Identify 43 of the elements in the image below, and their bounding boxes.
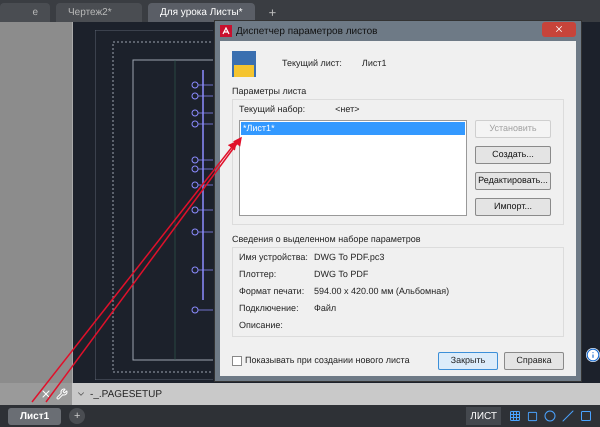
command-text: -_.PAGESETUP [90,388,162,402]
dialog-title: Диспетчер параметров листов [236,24,378,38]
close-icon[interactable] [40,388,52,400]
dialog-button[interactable]: Справка [504,352,564,370]
layout-tab[interactable]: Лист1 [8,408,62,424]
close-icon [554,24,564,34]
detail-label: Описание: [239,318,284,332]
current-sheet-label: Текущий лист: [282,57,342,70]
snap-icon[interactable] [527,410,538,422]
detail-value: 594.00 x 420.00 мм (Альбомная) [314,284,450,298]
wrench-icon[interactable] [56,388,68,400]
slash-icon[interactable] [562,410,574,422]
detail-value: DWG To PDF.pc3 [314,250,384,264]
detail-label: Формат печати: [239,284,306,298]
current-set-value: <нет> [335,102,360,116]
detail-label: Имя устройства: [239,250,309,264]
document-tab[interactable]: е [0,3,50,22]
dwg-file-icon [232,51,256,77]
detail-label: Плоттер: [239,268,278,281]
add-layout-button[interactable]: + [69,408,86,424]
app-logo-icon [220,25,232,37]
grid-icon[interactable] [509,410,521,422]
close-button[interactable] [542,22,576,36]
checkbox-label: Показывать при создании нового листа [245,354,411,368]
dialog-button[interactable]: Редактировать... [475,172,551,190]
current-set-label: Текущий набор: [239,102,306,116]
group-title: Параметры листа [232,85,308,98]
detail-value: DWG To PDF [314,268,368,281]
new-tab-button[interactable]: + [260,3,284,22]
document-tab[interactable]: Для урока Листы* [148,3,255,22]
circle-icon[interactable] [544,410,556,422]
command-line-field[interactable]: -_.PAGESETUP [72,383,600,405]
dialog-button[interactable]: Закрыть [438,352,498,370]
layout-mode-label[interactable]: ЛИСТ [466,407,501,425]
document-tab[interactable]: Чертеж2* [56,3,142,22]
detail-label: Подключение: [239,302,300,315]
square-icon[interactable] [580,410,592,422]
current-sheet-value: Лист1 [362,57,386,70]
dialog-button[interactable]: Импорт... [475,198,551,216]
checkbox[interactable] [232,356,242,366]
dialog-button[interactable]: Создать... [475,146,551,164]
detail-value: Файл [314,302,336,315]
group-title: Сведения о выделенном наборе параметров [232,233,422,246]
